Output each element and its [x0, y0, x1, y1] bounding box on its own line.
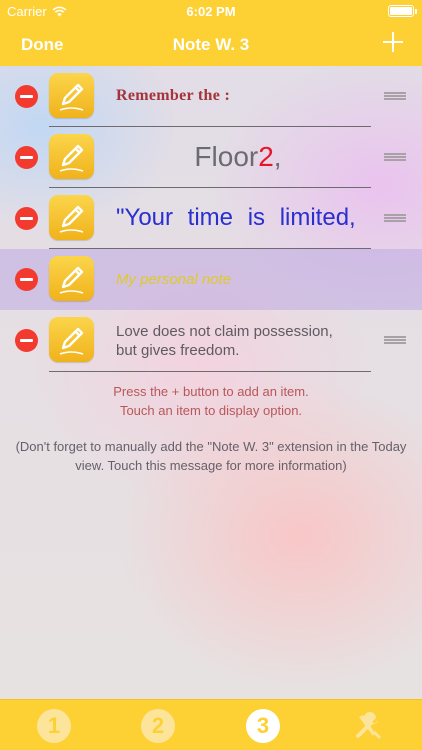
tab-2[interactable]: 2 [141, 709, 175, 743]
reorder-icon[interactable] [384, 92, 406, 100]
tab-bar: 1 2 3 [0, 699, 422, 750]
list-item[interactable]: "Your time is limited, [0, 188, 422, 249]
tab-1[interactable]: 1 [37, 709, 71, 743]
item-text: Floor 2, [116, 127, 360, 187]
item-text: Remember the : [116, 87, 231, 104]
add-item-hint: Press the + button to add an item. Touch… [0, 382, 422, 420]
tab-tools[interactable] [351, 709, 385, 743]
item-text-part: , [273, 141, 282, 172]
hint-line: Touch an item to display option. [119, 403, 303, 418]
delete-icon[interactable] [15, 146, 38, 169]
row-separator [49, 371, 371, 372]
list-item-selected[interactable]: My personal note [0, 249, 422, 310]
edit-pencil-icon[interactable] [49, 195, 94, 240]
edit-pencil-icon[interactable] [49, 134, 94, 179]
status-bar: Carrier 6:02 PM [0, 0, 422, 22]
today-extension-message[interactable]: (Don't forget to manually add the "Note … [14, 437, 408, 475]
reorder-icon[interactable] [384, 336, 406, 344]
edit-pencil-icon[interactable] [49, 317, 94, 362]
delete-icon[interactable] [15, 85, 38, 108]
tab-3[interactable]: 3 [246, 709, 280, 743]
navigation-bar: Carrier 6:02 PM Done Note W. 3 [0, 0, 422, 66]
list-item[interactable]: Love does not claim possession, but give… [0, 310, 422, 372]
status-time: 6:02 PM [186, 4, 236, 19]
tools-icon [356, 712, 381, 739]
delete-icon[interactable] [15, 268, 38, 291]
reorder-icon[interactable] [384, 153, 406, 161]
edit-pencil-icon[interactable] [49, 73, 94, 118]
tab-label: 1 [47, 713, 61, 738]
tab-label: 3 [256, 713, 270, 738]
item-text: "Your time is limited, [116, 204, 356, 231]
note-list: Remember the : Floor 2, "Your time is li… [0, 66, 422, 372]
item-text: Love does not claim possession, but give… [116, 323, 333, 359]
delete-icon[interactable] [15, 207, 38, 230]
reorder-icon[interactable] [384, 214, 406, 222]
item-text: My personal note [116, 270, 232, 288]
list-item[interactable]: Floor 2, [0, 127, 422, 188]
tab-label: 2 [151, 713, 165, 738]
list-item[interactable]: Remember the : [0, 66, 422, 127]
edit-pencil-icon[interactable] [49, 256, 94, 301]
item-text-highlight: 2 [258, 141, 274, 172]
item-text-part: Floor [194, 141, 259, 172]
hint-line: Press the + button to add an item. [113, 384, 309, 399]
battery-icon [388, 5, 417, 17]
delete-icon[interactable] [15, 329, 38, 352]
nav-content: Done Note W. 3 [0, 22, 422, 66]
add-item-button[interactable] [383, 32, 403, 52]
page-title: Note W. 3 [172, 35, 250, 54]
